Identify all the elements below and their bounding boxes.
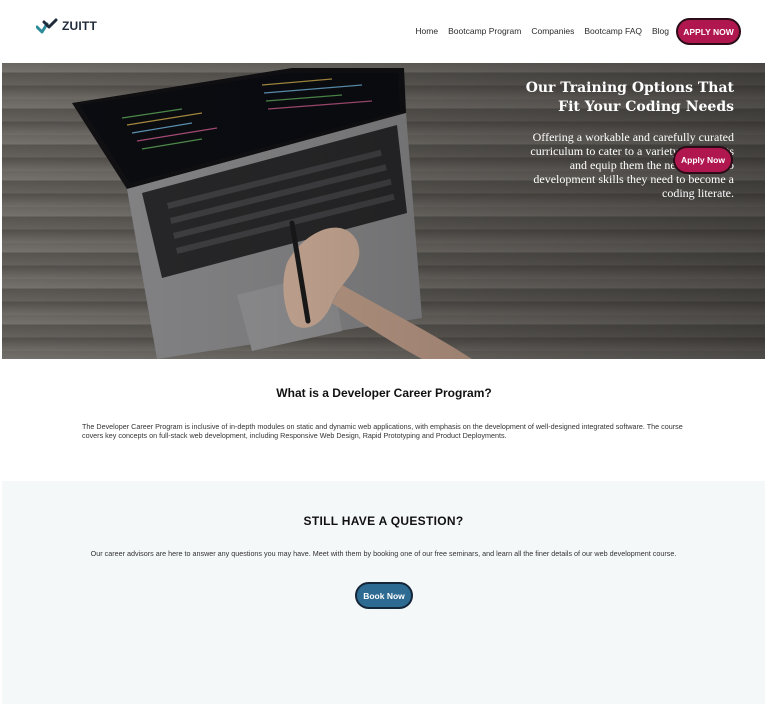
hero-apply-button[interactable]: Apply Now bbox=[673, 146, 733, 174]
hero-title: Our Training Options That Fit Your Codin… bbox=[525, 80, 734, 115]
main-nav: Home Bootcamp Program Companies Bootcamp… bbox=[415, 26, 669, 36]
what-is-title: What is a Developer Career Program? bbox=[276, 386, 492, 400]
nav-blog[interactable]: Blog bbox=[652, 26, 669, 36]
hero-banner: Our Training Options That Fit Your Codin… bbox=[2, 63, 765, 359]
apply-now-button[interactable]: APPLY NOW bbox=[676, 18, 741, 45]
logo-mark-icon bbox=[36, 18, 58, 34]
question-description: Our career advisors are here to answer a… bbox=[90, 549, 677, 558]
logo[interactable]: ZUITT bbox=[36, 16, 97, 36]
nav-bootcamp-program[interactable]: Bootcamp Program bbox=[448, 26, 521, 36]
question-title: STILL HAVE A QUESTION? bbox=[303, 514, 464, 528]
nav-companies[interactable]: Companies bbox=[531, 26, 574, 36]
logo-text: ZUITT bbox=[62, 19, 97, 33]
nav-home[interactable]: Home bbox=[415, 26, 438, 36]
site-header: ZUITT Home Bootcamp Program Companies Bo… bbox=[0, 0, 768, 63]
hero-copy: Our Training Options That Fit Your Codin… bbox=[524, 79, 734, 200]
question-section: STILL HAVE A QUESTION? Our career adviso… bbox=[2, 481, 765, 704]
book-now-button[interactable]: Book Now bbox=[355, 582, 413, 609]
what-is-description: The Developer Career Program is inclusiv… bbox=[82, 422, 683, 440]
nav-bootcamp-faq[interactable]: Bootcamp FAQ bbox=[584, 26, 642, 36]
